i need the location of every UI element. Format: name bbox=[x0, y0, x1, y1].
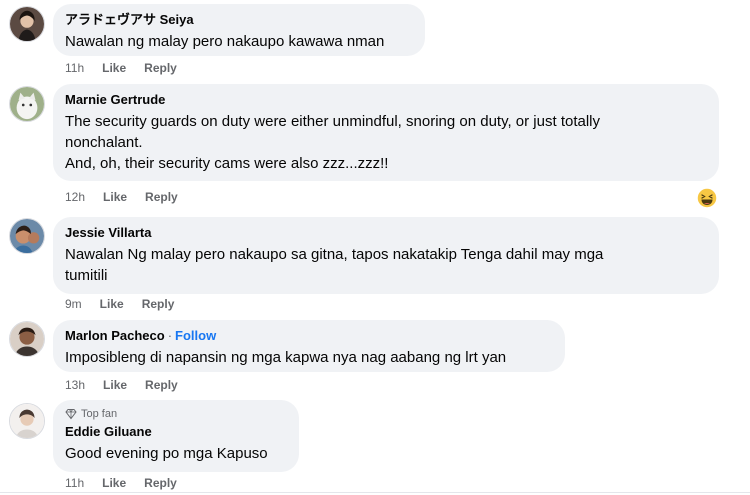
top-fan-badge: Top fan bbox=[65, 407, 287, 421]
comment-bubble: アラドェヴアサ Seiya Nawalan ng malay pero naka… bbox=[53, 4, 425, 56]
avatar[interactable] bbox=[9, 6, 45, 42]
reply-button[interactable]: Reply bbox=[144, 61, 177, 75]
like-button[interactable]: Like bbox=[102, 476, 126, 490]
avatar[interactable] bbox=[9, 86, 45, 122]
comment-actions: 11h Like Reply bbox=[65, 476, 195, 490]
comment-bubble: Top fan Eddie Giluane Good evening po mg… bbox=[53, 400, 299, 472]
badge-label: Top fan bbox=[81, 408, 118, 420]
comment-time[interactable]: 13h bbox=[65, 378, 85, 392]
comment-author[interactable]: アラドェヴアサ Seiya bbox=[65, 11, 413, 28]
separator: · bbox=[167, 328, 173, 343]
follow-button[interactable]: Follow bbox=[175, 327, 216, 344]
comment-bubble: Marnie Gertrude The security guards on d… bbox=[53, 84, 719, 181]
comment-author[interactable]: Marlon Pacheco bbox=[65, 327, 165, 344]
comment-text: Imposibleng di napansin ng mga kapwa nya… bbox=[65, 347, 553, 368]
comment-time[interactable]: 11h bbox=[65, 476, 84, 490]
comment-time[interactable]: 11h bbox=[65, 61, 84, 75]
comment-text-line: Nawalan ng malay pero nakaupo kawawa nma… bbox=[65, 33, 385, 50]
reply-button[interactable]: Reply bbox=[144, 476, 177, 490]
comment-text: Good evening po mga Kapuso bbox=[65, 443, 287, 464]
reply-button[interactable]: Reply bbox=[142, 297, 175, 311]
like-button[interactable]: Like bbox=[100, 297, 124, 311]
comment-text-line: nonchalant. bbox=[65, 134, 143, 151]
comment-bubble: Marlon Pacheco · Follow Imposibleng di n… bbox=[53, 320, 565, 372]
comment-time[interactable]: 9m bbox=[65, 297, 82, 311]
comment-text: The security guards on duty were either … bbox=[65, 111, 707, 174]
comment-author[interactable]: Jessie Villarta bbox=[65, 224, 707, 241]
comment-author[interactable]: Marnie Gertrude bbox=[65, 91, 707, 108]
comment-text: Nawalan ng malay pero nakaupo kawawa nma… bbox=[65, 31, 413, 52]
comment-text-line: The security guards on duty were either … bbox=[65, 113, 600, 130]
divider bbox=[0, 492, 750, 493]
comment-text-line: tumitili bbox=[65, 267, 108, 284]
like-button[interactable]: Like bbox=[103, 378, 127, 392]
reply-button[interactable]: Reply bbox=[145, 378, 178, 392]
comment-bubble: Jessie Villarta Nawalan Ng malay pero na… bbox=[53, 217, 719, 294]
comment-actions: 12h Like Reply bbox=[65, 190, 196, 204]
avatar[interactable] bbox=[9, 218, 45, 254]
comment-text-line: Imposibleng di napansin ng mga kapwa nya… bbox=[65, 349, 507, 366]
like-button[interactable]: Like bbox=[103, 190, 127, 204]
reply-button[interactable]: Reply bbox=[145, 190, 178, 204]
comment-text-line: Nawalan Ng malay pero nakaupo sa gitna, … bbox=[65, 246, 604, 263]
avatar[interactable] bbox=[9, 321, 45, 357]
comment-actions: 11h Like Reply bbox=[65, 61, 195, 75]
comment-text-line: And, oh, their security cams were also z… bbox=[65, 155, 389, 172]
like-button[interactable]: Like bbox=[102, 61, 126, 75]
comment-author[interactable]: Eddie Giluane bbox=[65, 423, 287, 440]
comment-text: Nawalan Ng malay pero nakaupo sa gitna, … bbox=[65, 244, 707, 286]
comment-author-row: Marlon Pacheco · Follow bbox=[65, 327, 553, 344]
haha-emoji-icon[interactable] bbox=[696, 187, 718, 209]
comment-text-line: Good evening po mga Kapuso bbox=[65, 445, 268, 462]
avatar[interactable] bbox=[9, 403, 45, 439]
comment-time[interactable]: 12h bbox=[65, 190, 85, 204]
comment-actions: 13h Like Reply bbox=[65, 378, 196, 392]
comment-actions: 9m Like Reply bbox=[65, 297, 192, 311]
diamond-icon bbox=[65, 409, 77, 420]
